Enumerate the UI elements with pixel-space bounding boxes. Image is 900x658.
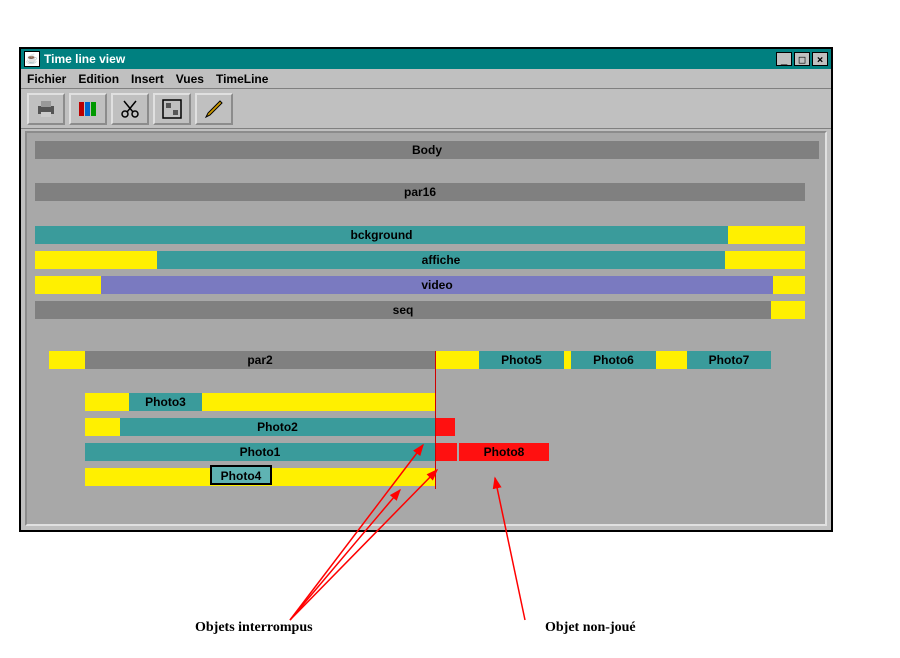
layout-icon [160, 97, 184, 121]
minimize-button[interactable]: _ [776, 52, 792, 66]
track-par16[interactable]: par16 [35, 183, 805, 201]
java-icon: ☕ [24, 51, 40, 67]
toolbar [21, 89, 831, 129]
menu-edition[interactable]: Edition [78, 72, 119, 86]
scissors-button[interactable] [111, 93, 149, 125]
printer-icon [34, 97, 58, 121]
timeline-area[interactable]: Body par16 bckground affiche video seq p… [25, 131, 827, 526]
menu-vues[interactable]: Vues [176, 72, 204, 86]
track-photo2[interactable]: Photo2 [120, 418, 435, 436]
menu-insert[interactable]: Insert [131, 72, 164, 86]
track-photo4[interactable]: Photo4 [210, 465, 272, 485]
track-seq[interactable]: seq [35, 301, 771, 319]
layout-button[interactable] [153, 93, 191, 125]
track-photo1-overrun[interactable] [435, 443, 457, 461]
menubar: Fichier Edition Insert Vues TimeLine [21, 69, 831, 89]
close-button[interactable]: × [812, 52, 828, 66]
titlebar: ☕ Time line view _ □ × [21, 49, 831, 69]
printer-button[interactable] [27, 93, 65, 125]
track-photo2-overrun[interactable] [435, 418, 455, 436]
track-video[interactable]: video [101, 276, 773, 294]
track-photo7[interactable]: Photo7 [687, 351, 771, 369]
track-affiche[interactable]: affiche [157, 251, 725, 269]
edit-button[interactable] [195, 93, 233, 125]
menu-fichier[interactable]: Fichier [27, 72, 66, 86]
track-photo8[interactable]: Photo8 [459, 443, 549, 461]
menu-timeline[interactable]: TimeLine [216, 72, 268, 86]
books-button[interactable] [69, 93, 107, 125]
app-window: ☕ Time line view _ □ × Fichier Edition I… [19, 47, 833, 532]
track-photo6[interactable]: Photo6 [571, 351, 656, 369]
track-par2[interactable]: par2 [85, 351, 435, 369]
annotation-interrupted: Objets interrompus [195, 620, 313, 636]
maximize-button[interactable]: □ [794, 52, 810, 66]
track-photo1[interactable]: Photo1 [85, 443, 435, 461]
books-icon [76, 97, 100, 121]
track-photo3[interactable]: Photo3 [129, 393, 202, 411]
edit-icon [202, 97, 226, 121]
track-photo5[interactable]: Photo5 [479, 351, 564, 369]
track-bckground[interactable]: bckground [35, 226, 728, 244]
scissors-icon [118, 97, 142, 121]
window-title: Time line view [44, 52, 774, 66]
annotation-nonplayed: Objet non-joué [545, 620, 636, 636]
playhead-line [435, 351, 436, 489]
track-body[interactable]: Body [35, 141, 819, 159]
